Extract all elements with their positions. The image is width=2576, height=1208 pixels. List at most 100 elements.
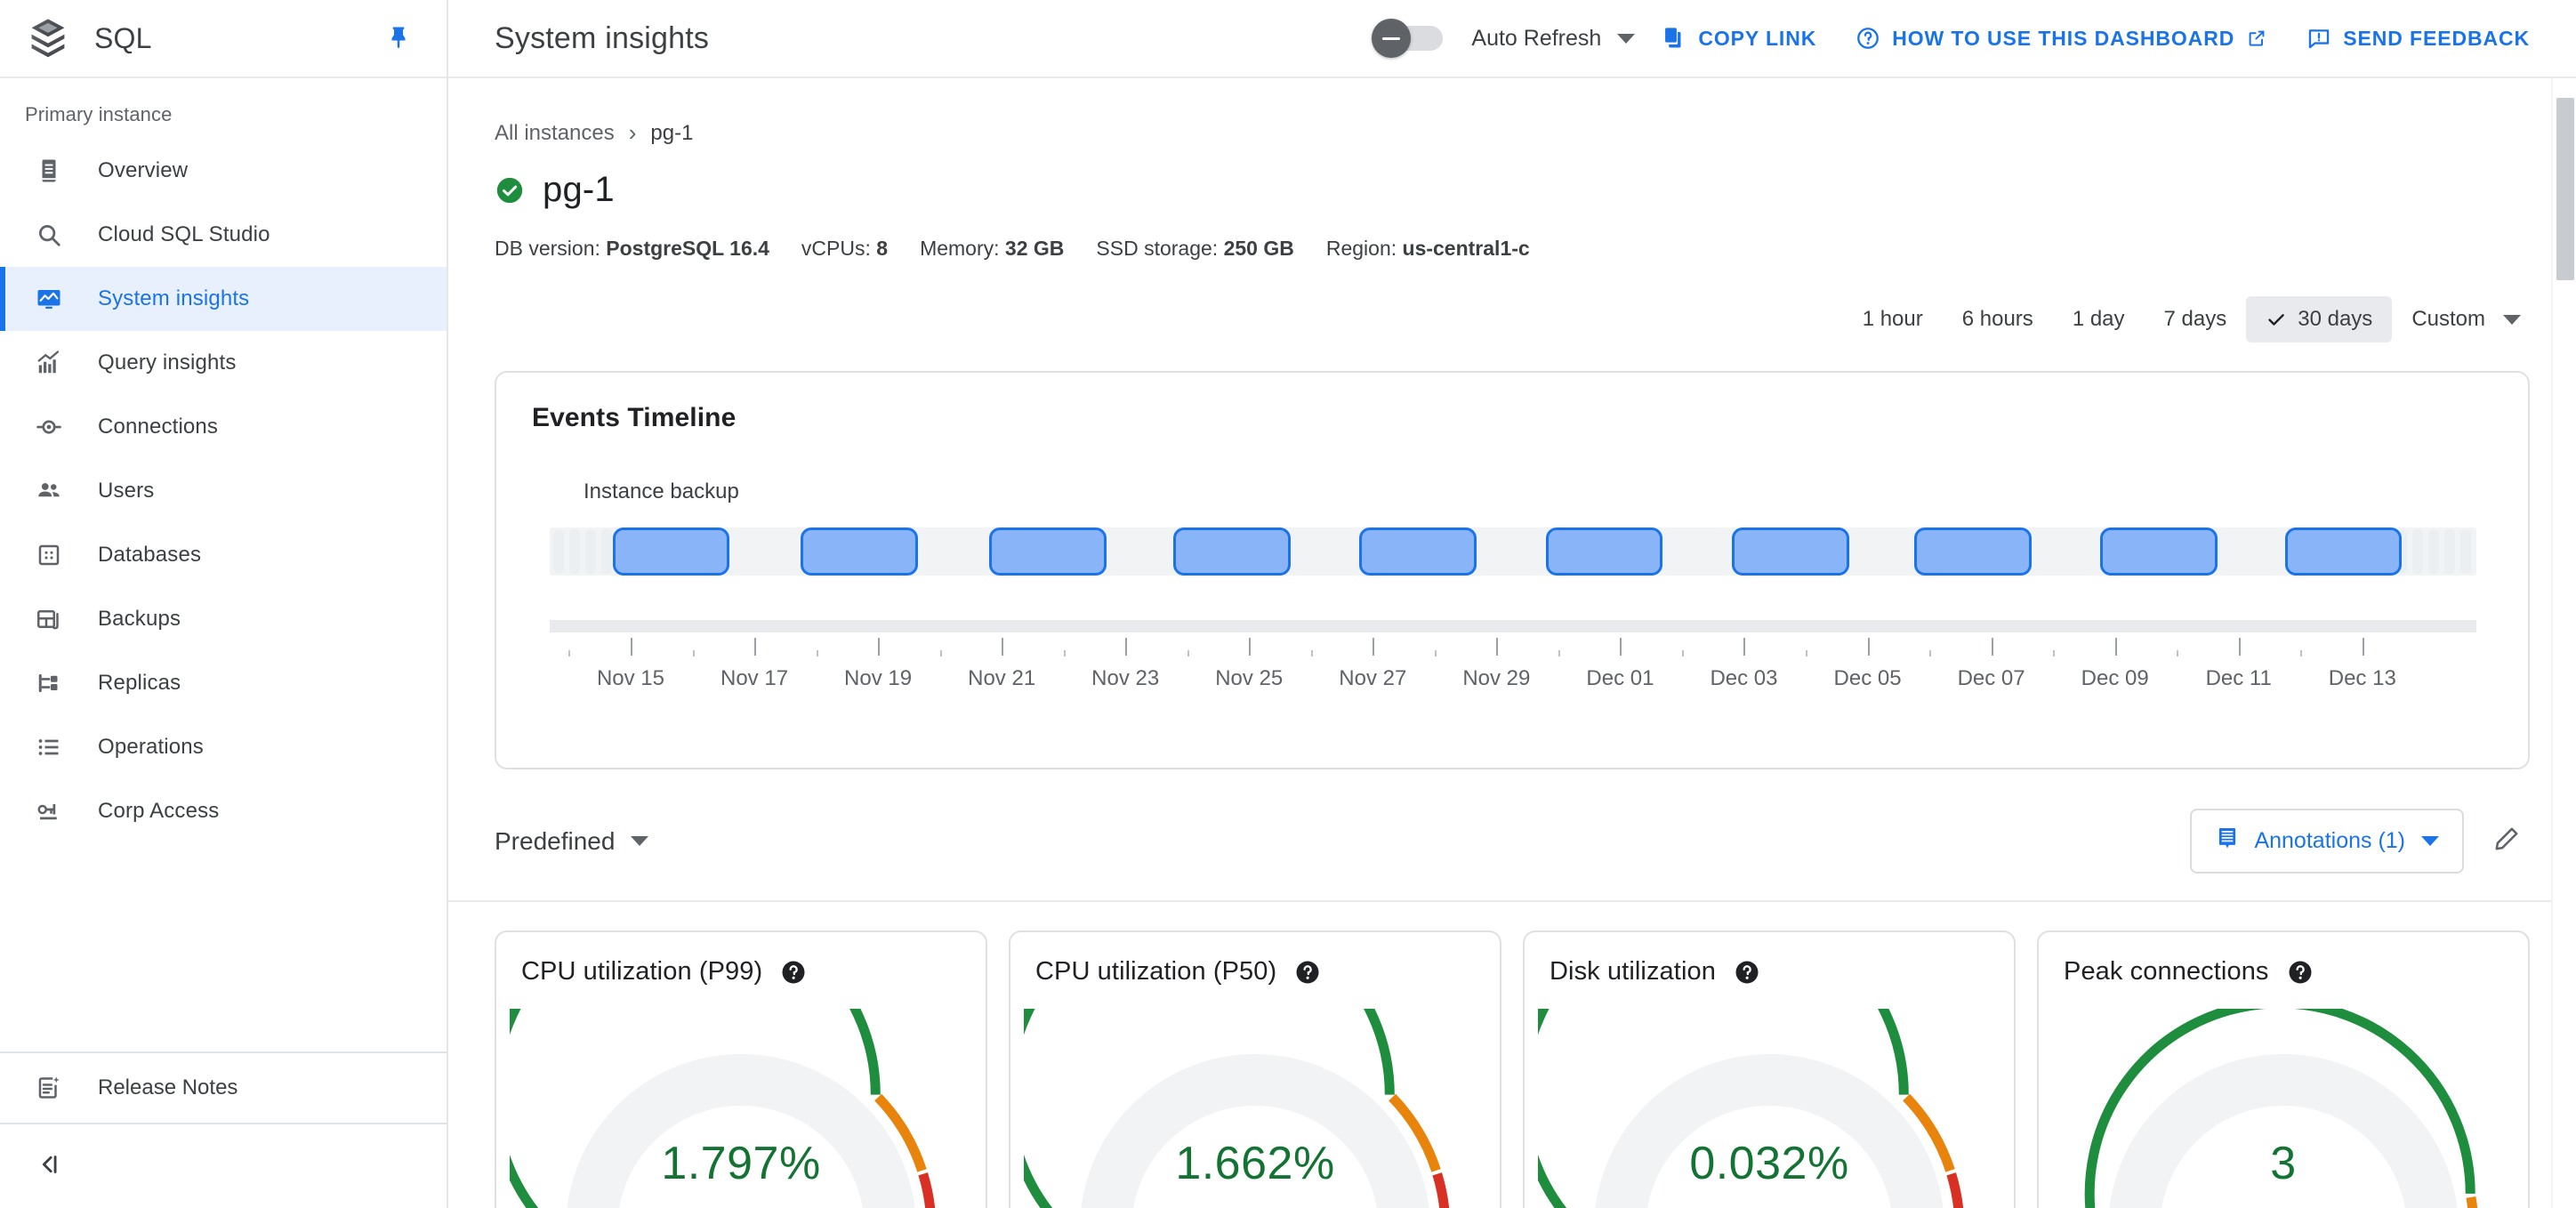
time-range-custom[interactable]: Custom	[2392, 296, 2530, 342]
copy-link-label: COPY LINK	[1698, 26, 1817, 50]
sidebar-item-overview[interactable]: Overview	[0, 139, 447, 203]
axis-tick-label: Nov 23	[1091, 666, 1160, 690]
timeline-event-bar[interactable]	[801, 527, 918, 576]
sidebar-item-release-notes[interactable]: Release Notes	[0, 1053, 447, 1123]
copy-link-button[interactable]: COPY LINK	[1642, 9, 1836, 68]
pin-icon[interactable]	[381, 20, 416, 56]
time-range-1-day[interactable]: 1 day	[2053, 296, 2145, 342]
instance-metadata: DB version: PostgreSQL 16.4 vCPUs: 8 Mem…	[448, 210, 2576, 261]
gauge-card: CPU utilization (P50) 1.662%	[1009, 930, 1501, 1208]
sidebar: SQL Primary instance Overview Cloud SQL …	[0, 0, 448, 1208]
breadcrumb-all-instances[interactable]: All instances	[495, 121, 615, 146]
system-insights-icon	[36, 286, 73, 312]
sidebar-bottom: Release Notes	[0, 1051, 447, 1208]
timeline-event-bar[interactable]	[1913, 527, 2032, 576]
breadcrumb-current: pg-1	[650, 120, 694, 145]
axis-tick-label: Dec 11	[2205, 666, 2272, 690]
sidebar-item-corp-access[interactable]: Corp Access	[0, 779, 447, 843]
meta-value: 250 GB	[1223, 237, 1294, 260]
chevron-down-icon	[2421, 836, 2439, 846]
gauge-value: 3	[2270, 1138, 2297, 1189]
predefined-dropdown[interactable]: Predefined	[495, 827, 649, 856]
help-icon[interactable]	[1734, 959, 1760, 986]
timeline-event-bar[interactable]	[2100, 527, 2218, 576]
axis-tick-minor	[2300, 650, 2303, 656]
chevron-down-icon[interactable]	[1617, 33, 1636, 44]
axis-tick-major	[754, 638, 757, 656]
axis-tick-major	[878, 638, 881, 656]
axis-tick-minor	[1063, 650, 1066, 656]
gauge-card: Disk utilization 0.032%	[1523, 930, 2016, 1208]
axis-tick-label: Nov 25	[1215, 666, 1284, 690]
annotations-button[interactable]: Annotations (1)	[2190, 809, 2464, 874]
app-root: SQL Primary instance Overview Cloud SQL …	[0, 0, 2576, 1208]
timeline-event-bar[interactable]	[1359, 527, 1477, 576]
timeline-event-bar[interactable]	[1732, 527, 1849, 576]
sidebar-item-backups[interactable]: Backups	[0, 587, 447, 651]
help-icon[interactable]	[2287, 959, 2314, 986]
axis-tick-major	[1743, 638, 1746, 656]
instance-name: pg-1	[543, 170, 615, 209]
time-range-7-days[interactable]: 7 days	[2145, 296, 2247, 342]
meta-label: Memory:	[920, 237, 1000, 260]
axis-tick-minor	[939, 650, 942, 656]
auto-refresh-toggle[interactable]	[1372, 19, 1444, 58]
help-icon[interactable]	[780, 959, 807, 986]
timeline-event-bar[interactable]	[612, 527, 730, 576]
axis-tick-major	[1496, 638, 1499, 656]
timeline-event-bar[interactable]	[1172, 527, 1291, 576]
axis-tick-major	[630, 638, 632, 656]
axis-tick-minor	[1434, 650, 1437, 656]
vertical-scrollbar[interactable]	[2551, 78, 2576, 1208]
axis-tick-label: Nov 17	[720, 666, 789, 690]
time-range-6-hours[interactable]: 6 hours	[1943, 296, 2053, 342]
scrollbar-thumb[interactable]	[2556, 98, 2574, 280]
axis-tick-major	[2238, 638, 2241, 656]
sidebar-item-users[interactable]: Users	[0, 459, 447, 523]
sidebar-item-label: System insights	[98, 286, 250, 310]
gauge-title: Disk utilization	[1550, 957, 1716, 986]
edit-dashboard-button[interactable]	[2483, 818, 2530, 865]
events-timeline-title: Events Timeline	[532, 403, 737, 432]
replicas-icon	[36, 670, 73, 697]
sidebar-item-databases[interactable]: Databases	[0, 523, 447, 587]
axis-tick-label: Dec 03	[1710, 666, 1778, 690]
chevron-down-icon	[631, 836, 649, 846]
events-timeline-card: Events Timeline Instance backup Nov 15 N…	[495, 371, 2530, 769]
sidebar-item-system-insights[interactable]: System insights	[0, 267, 447, 331]
axis-tick-minor	[568, 650, 571, 656]
sidebar-item-operations[interactable]: Operations	[0, 715, 447, 779]
annotations-label: Annotations (1)	[2254, 828, 2405, 853]
time-range-selector: 1 hour 6 hours 1 day 7 days 30 days Cust	[448, 261, 2576, 342]
axis-tick-major	[1002, 638, 1004, 656]
timeline-event-bar[interactable]	[1545, 527, 1663, 576]
axis-tick-major	[1373, 638, 1375, 656]
send-feedback-button[interactable]: SEND FEEDBACK	[2287, 9, 2549, 68]
time-range-30-days[interactable]: 30 days	[2246, 296, 2393, 342]
connections-icon	[36, 414, 73, 440]
axis-tick-major	[2114, 638, 2117, 656]
breadcrumb: All instances › pg-1	[448, 78, 2576, 147]
sidebar-item-connections[interactable]: Connections	[0, 395, 447, 459]
gauge-header: Disk utilization	[1525, 957, 2014, 987]
help-circle-icon	[1856, 26, 1880, 51]
sidebar-item-cloud-sql-studio[interactable]: Cloud SQL Studio	[0, 203, 447, 267]
axis-tick-major	[1991, 638, 1993, 656]
time-range-1-hour[interactable]: 1 hour	[1843, 296, 1943, 342]
timeline-ghost-right	[2396, 529, 2471, 574]
timeline-event-bar[interactable]	[988, 527, 1107, 576]
axis-tick-minor	[1558, 650, 1560, 656]
how-to-use-dashboard-button[interactable]: HOW TO USE THIS DASHBOARD	[1836, 9, 2287, 68]
timeline-event-bar[interactable]	[2284, 527, 2403, 576]
sidebar-item-query-insights[interactable]: Query insights	[0, 331, 447, 395]
collapse-panel-button[interactable]	[0, 1123, 447, 1208]
sidebar-item-replicas[interactable]: Replicas	[0, 651, 447, 715]
timeline-axis-labels: Nov 15 Nov 17 Nov 19 Nov 21 Nov 23 Nov 25 Nov …	[550, 666, 2476, 695]
auto-refresh-control: Auto Refresh	[1372, 19, 1636, 58]
release-notes-icon	[36, 1075, 73, 1101]
help-icon[interactable]	[1294, 959, 1321, 986]
meta-region: Region: us-central1-c	[1326, 237, 1530, 261]
annotations-icon	[2215, 825, 2240, 857]
sidebar-item-label: Query insights	[98, 350, 237, 374]
axis-tick-minor	[1929, 650, 1932, 656]
